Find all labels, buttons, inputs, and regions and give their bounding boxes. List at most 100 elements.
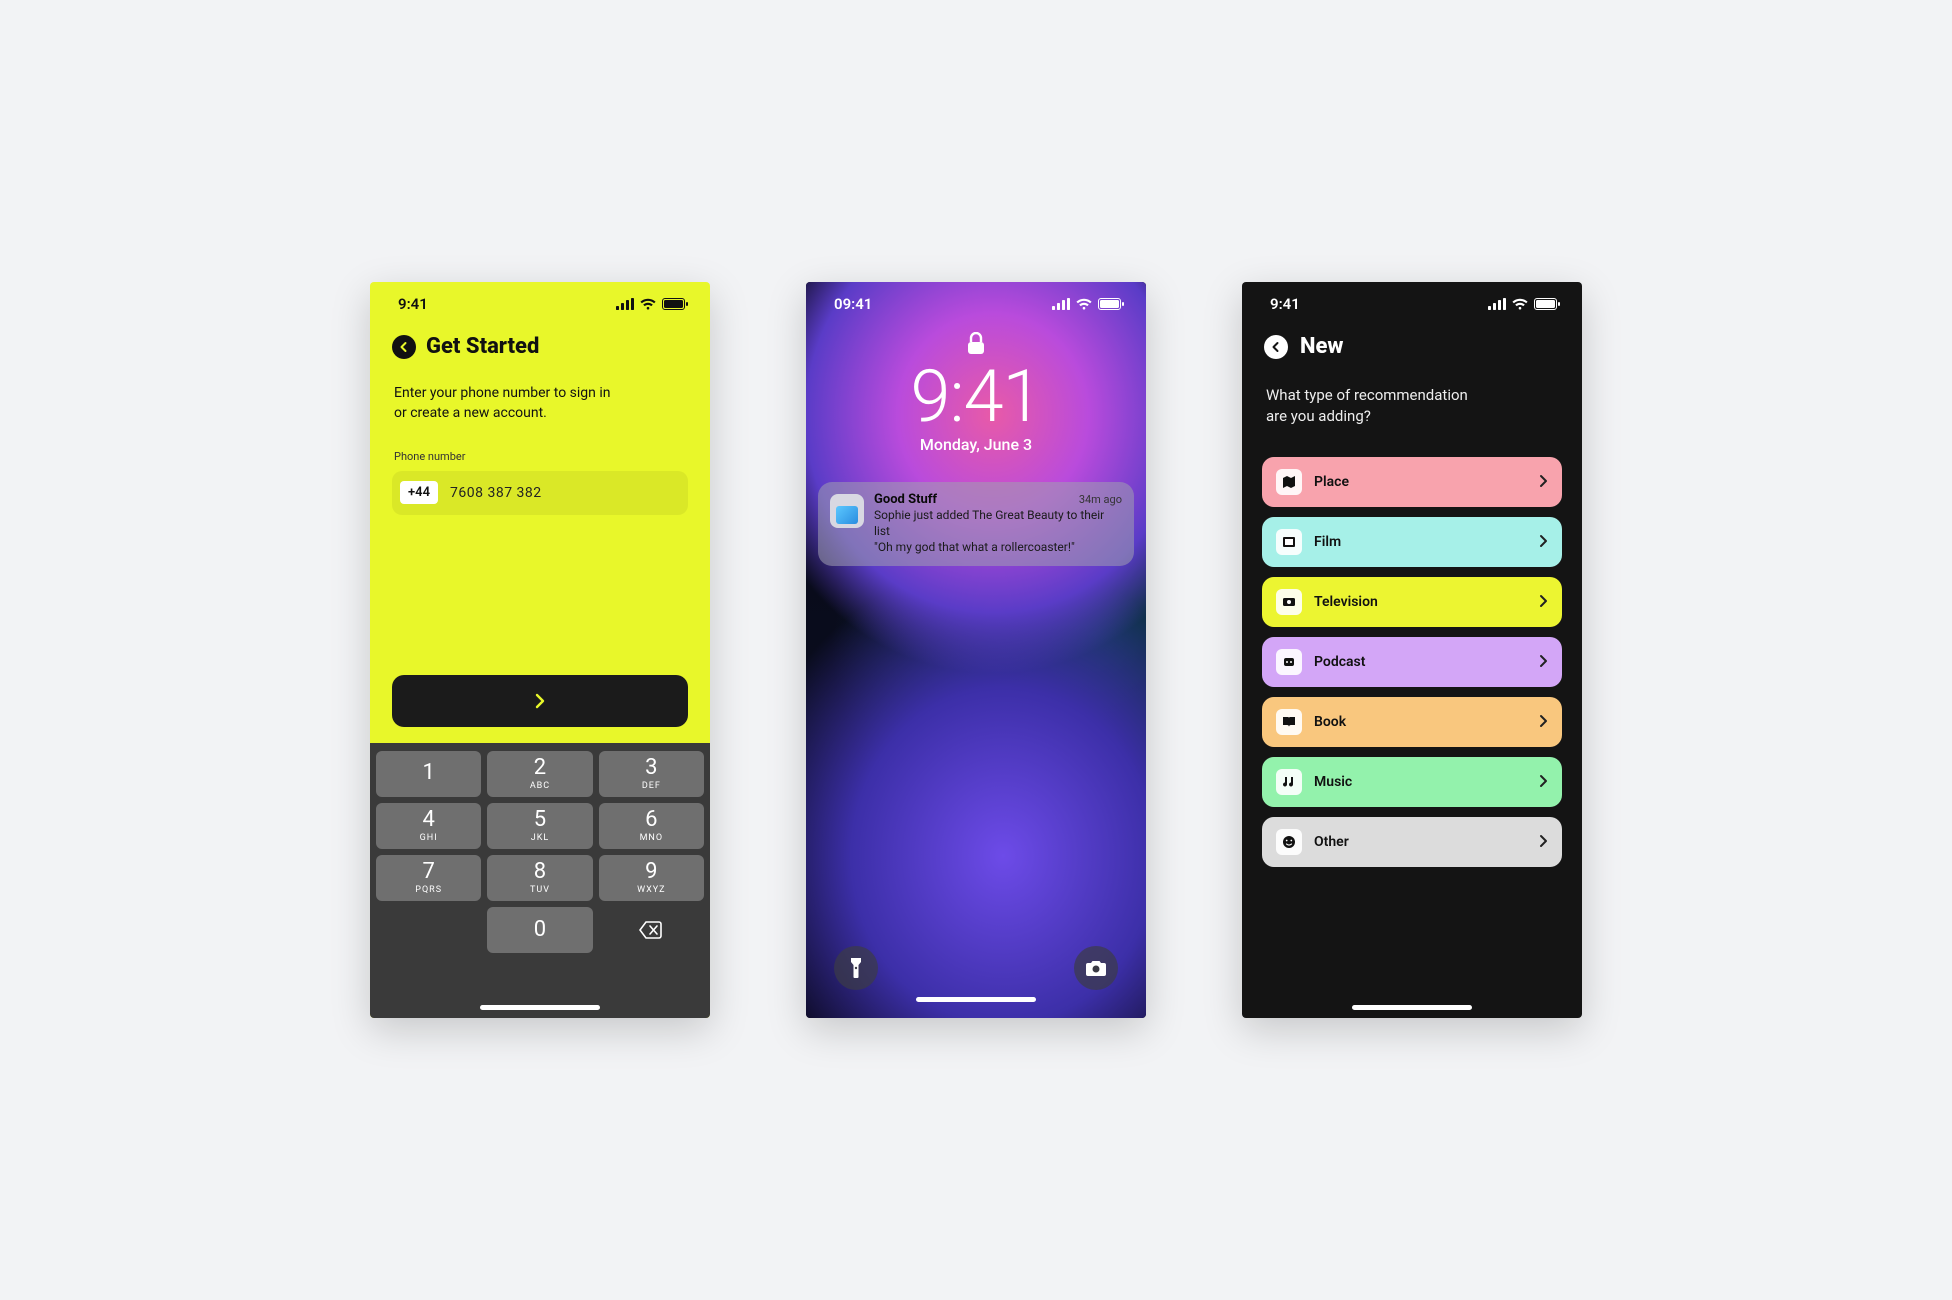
music-icon	[1276, 769, 1302, 795]
home-indicator-wrap	[370, 967, 710, 1018]
status-indicators	[616, 298, 688, 310]
wifi-icon	[1512, 298, 1528, 310]
wifi-icon	[1076, 298, 1092, 310]
wifi-icon	[640, 298, 656, 310]
category-label: Book	[1314, 714, 1526, 730]
key-spacer	[376, 907, 481, 953]
key-6[interactable]: 6MNO	[599, 803, 704, 849]
key-5[interactable]: 5JKL	[487, 803, 592, 849]
chevron-right-icon	[1538, 473, 1548, 492]
tv-icon	[1276, 589, 1302, 615]
podcast-icon	[1276, 649, 1302, 675]
category-list: Place Film Television Podcast Book Music Other	[1242, 427, 1582, 867]
status-time: 09:41	[834, 295, 872, 313]
screen-new-recommendation: 9:41 New What type of recommendation are…	[1242, 282, 1582, 1018]
category-book[interactable]: Book	[1262, 697, 1562, 747]
lock-icon	[967, 332, 985, 356]
screen-get-started: 9:41 Get Started Enter your phone number…	[370, 282, 710, 1018]
numeric-keypad: 1 2ABC 3DEF 4GHI 5JKL 6MNO 7PQRS 8TUV 9W…	[370, 743, 710, 967]
category-television[interactable]: Television	[1262, 577, 1562, 627]
signal-icon	[1488, 298, 1506, 310]
status-time: 9:41	[398, 295, 428, 313]
chevron-right-icon	[1538, 533, 1548, 552]
status-bar: 9:41	[1242, 282, 1582, 326]
status-indicators	[1488, 298, 1560, 310]
phone-input[interactable]: +44 7608 387 382	[392, 471, 688, 515]
notification-body: Good Stuff 34m ago Sophie just added The…	[874, 492, 1122, 556]
subtitle: What type of recommendation are you addi…	[1242, 363, 1502, 427]
key-1[interactable]: 1	[376, 751, 481, 797]
chevron-right-icon	[1538, 593, 1548, 612]
key-8[interactable]: 8TUV	[487, 855, 592, 901]
key-3[interactable]: 3DEF	[599, 751, 704, 797]
status-bar: 9:41	[370, 282, 710, 326]
screen-lock: 09:41 9:41 Monday, June 3 Good Stuff 34m…	[806, 282, 1146, 1018]
chevron-right-icon	[1538, 833, 1548, 852]
key-7[interactable]: 7PQRS	[376, 855, 481, 901]
notification-app-icon	[830, 494, 864, 528]
chevron-right-icon	[1538, 713, 1548, 732]
key-0[interactable]: 0	[487, 907, 592, 953]
phone-number-value: 7608 387 382	[450, 485, 542, 501]
category-film[interactable]: Film	[1262, 517, 1562, 567]
notification-time: 34m ago	[1079, 493, 1122, 506]
chevron-left-icon	[1270, 341, 1282, 353]
flashlight-icon	[849, 957, 863, 979]
page-title: Get Started	[426, 334, 539, 359]
camera-button[interactable]	[1074, 946, 1118, 990]
book-icon	[1276, 709, 1302, 735]
field-label: Phone number	[370, 424, 710, 471]
status-time: 9:41	[1270, 295, 1300, 313]
country-code[interactable]: +44	[400, 481, 438, 504]
notification-card[interactable]: Good Stuff 34m ago Sophie just added The…	[818, 482, 1134, 566]
notification-app-name: Good Stuff	[874, 492, 937, 507]
key-4[interactable]: 4GHI	[376, 803, 481, 849]
category-label: Music	[1314, 774, 1526, 790]
home-indicator-wrap	[1242, 965, 1582, 1018]
notification-line-1: Sophie just added The Great Beauty to th…	[874, 507, 1122, 539]
backspace-icon	[639, 921, 663, 939]
page-title: New	[1300, 334, 1343, 359]
lock-bottom-row	[806, 946, 1146, 1018]
battery-icon	[662, 298, 688, 310]
lock-date: Monday, June 3	[806, 435, 1146, 454]
signal-icon	[616, 298, 634, 310]
key-9[interactable]: 9WXYZ	[599, 855, 704, 901]
battery-icon	[1098, 298, 1124, 310]
continue-button[interactable]	[392, 675, 688, 727]
map-icon	[1276, 469, 1302, 495]
status-indicators	[1052, 298, 1124, 310]
subtitle: Enter your phone number to sign in or cr…	[370, 363, 650, 424]
key-delete[interactable]	[599, 907, 704, 953]
chevron-right-icon	[531, 692, 549, 710]
key-2[interactable]: 2ABC	[487, 751, 592, 797]
category-other[interactable]: Other	[1262, 817, 1562, 867]
signal-icon	[1052, 298, 1070, 310]
category-label: Film	[1314, 534, 1526, 550]
home-indicator[interactable]	[1352, 1005, 1472, 1010]
back-button[interactable]	[1264, 335, 1288, 359]
category-label: Place	[1314, 474, 1526, 490]
category-music[interactable]: Music	[1262, 757, 1562, 807]
flashlight-button[interactable]	[834, 946, 878, 990]
film-icon	[1276, 529, 1302, 555]
chevron-left-icon	[398, 341, 410, 353]
category-label: Television	[1314, 594, 1526, 610]
category-podcast[interactable]: Podcast	[1262, 637, 1562, 687]
chevron-right-icon	[1538, 653, 1548, 672]
camera-icon	[1085, 959, 1107, 977]
home-indicator[interactable]	[916, 997, 1036, 1002]
other-icon	[1276, 829, 1302, 855]
battery-icon	[1534, 298, 1560, 310]
category-place[interactable]: Place	[1262, 457, 1562, 507]
header: New	[1242, 326, 1582, 363]
chevron-right-icon	[1538, 773, 1548, 792]
notification-line-2: "Oh my god that what a rollercoaster!"	[874, 539, 1122, 555]
status-bar: 09:41	[806, 282, 1146, 326]
header: Get Started	[370, 326, 710, 363]
category-label: Podcast	[1314, 654, 1526, 670]
lock-time: 9:41	[806, 354, 1146, 439]
category-label: Other	[1314, 834, 1526, 850]
home-indicator[interactable]	[480, 1005, 600, 1010]
back-button[interactable]	[392, 335, 416, 359]
